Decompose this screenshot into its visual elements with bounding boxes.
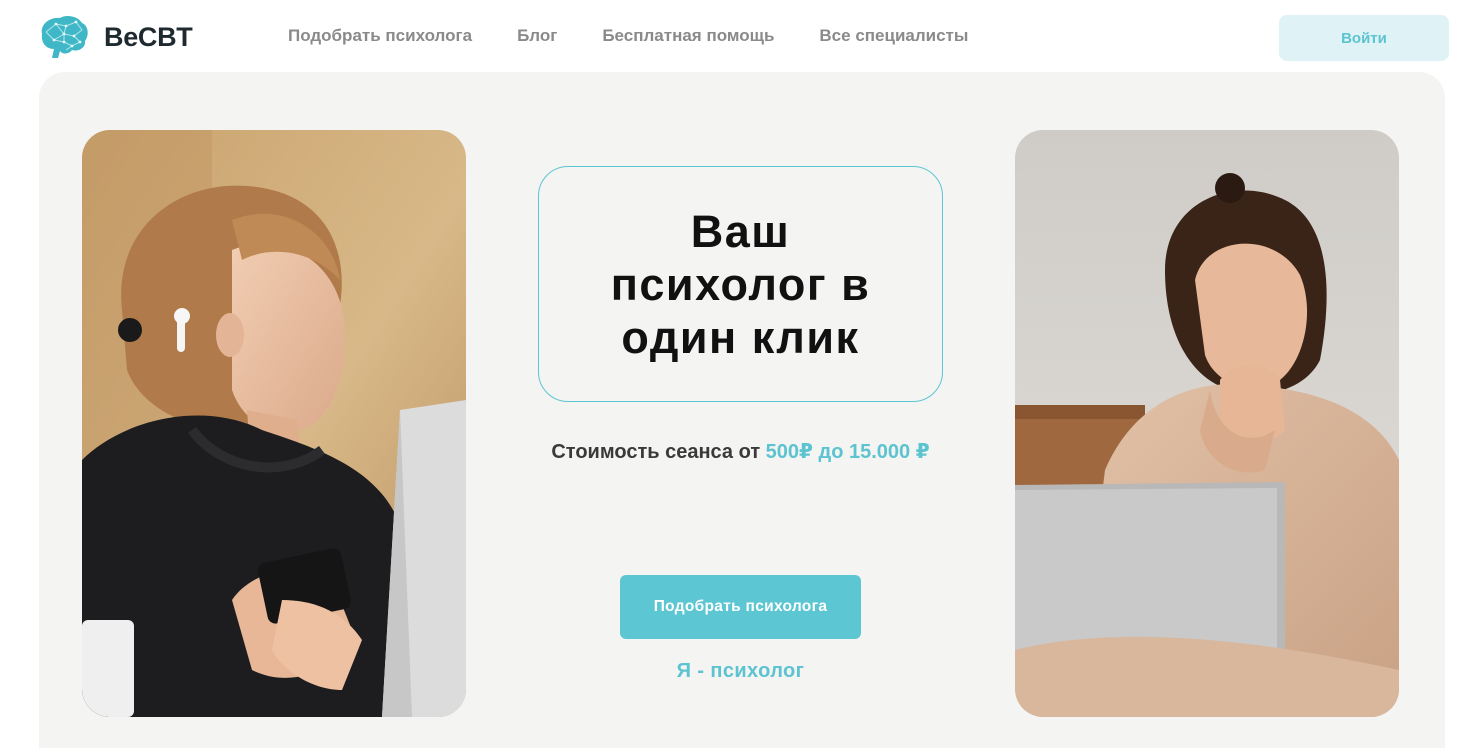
session-price: Стоимость сеанса от 500₽ до 15.000 ₽ xyxy=(459,439,1022,464)
site-header: BeCBT Подобрать психолога Блог Бесплатна… xyxy=(0,0,1480,72)
nav-item-find-psychologist[interactable]: Подобрать психолога xyxy=(288,26,472,46)
logo-text: BeCBT xyxy=(104,21,193,52)
brain-icon xyxy=(41,15,88,59)
main-nav: Подобрать психолога Блог Бесплатная помо… xyxy=(288,26,968,46)
logo[interactable]: BeCBT xyxy=(36,14,193,60)
hero-section: Ваш психолог в один клик Стоимость сеанс… xyxy=(39,72,1445,748)
woman-with-laptop-photo xyxy=(1015,130,1399,717)
hero-headline: Ваш психолог в один клик xyxy=(610,205,871,363)
nav-item-blog[interactable]: Блог xyxy=(517,26,557,46)
price-range: 500₽ до 15.000 ₽ xyxy=(765,441,930,463)
i-am-psychologist-link[interactable]: Я - психолог xyxy=(599,660,882,683)
login-button[interactable]: Войти xyxy=(1279,15,1449,61)
price-prefix: Стоимость сеанса от xyxy=(551,441,761,463)
find-psychologist-button[interactable]: Подобрать психолога xyxy=(620,575,861,639)
nav-item-free-help[interactable]: Бесплатная помощь xyxy=(602,26,774,46)
woman-with-phone-photo xyxy=(82,130,466,717)
headline-card: Ваш психолог в один клик xyxy=(538,166,943,402)
nav-item-all-specialists[interactable]: Все специалисты xyxy=(819,26,968,46)
